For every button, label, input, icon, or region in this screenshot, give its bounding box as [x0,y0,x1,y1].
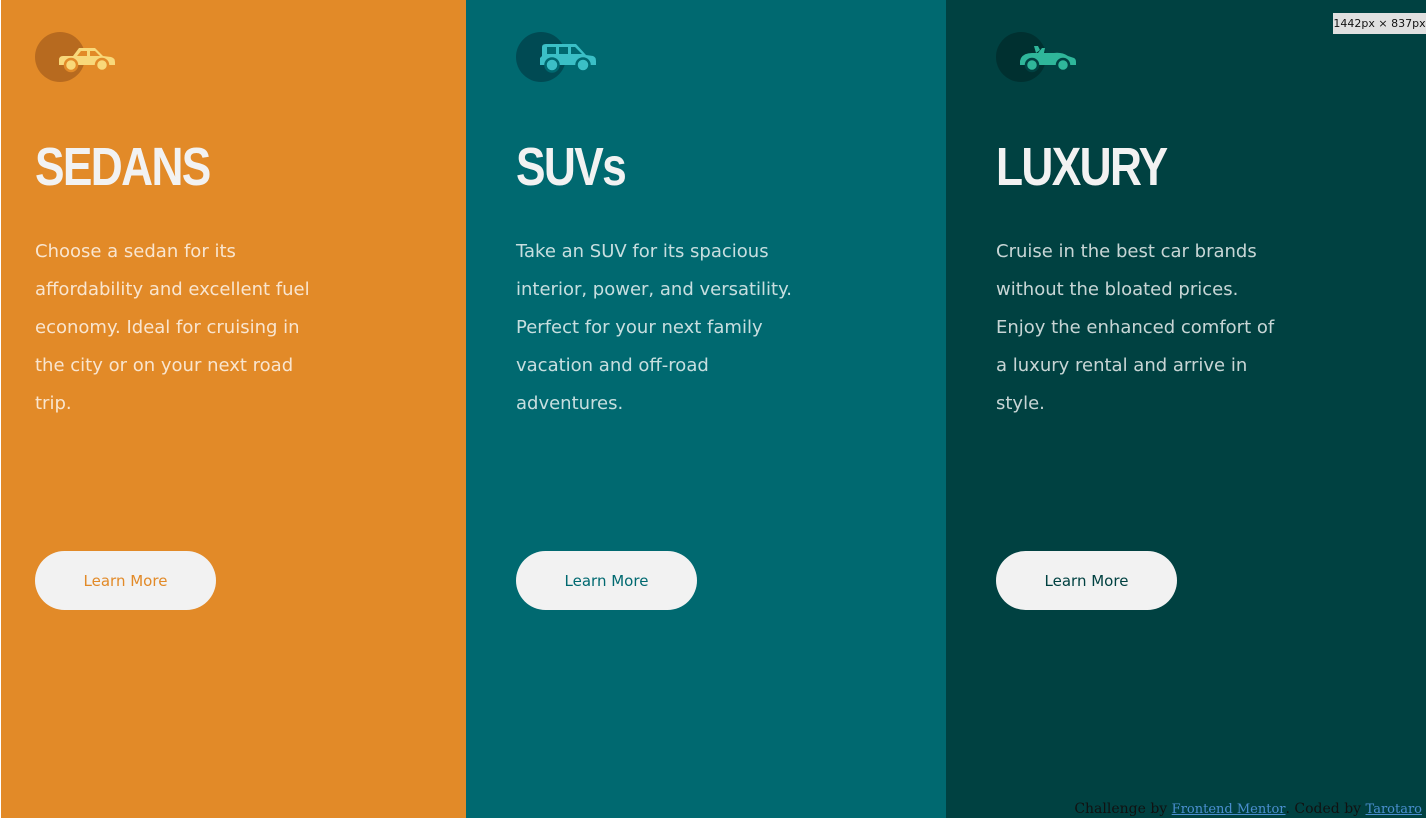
learn-more-button[interactable]: Learn More [516,551,697,610]
attribution-prefix: Challenge by [1074,801,1168,817]
frontend-mentor-link[interactable]: Frontend Mentor [1172,802,1286,817]
attribution: Challenge by Frontend Mentor. Coded by T… [1074,801,1422,818]
sedan-car-icon [59,48,115,73]
card-sedans: SEDANS Choose a sedan for its affordabil… [1,0,466,818]
viewport-size-badge: 1442px × 837px [1333,13,1426,34]
attribution-separator: . Coded by [1285,801,1362,817]
card-description: Take an SUV for its spacious interior, p… [516,241,792,414]
card-title: LUXURY [996,137,1168,197]
card-suvs: SUVs Take an SUV for its spacious interi… [466,0,946,818]
learn-more-button[interactable]: Learn More [35,551,216,610]
card-title: SEDANS [35,137,211,197]
card-icon-wrap [996,32,1078,84]
card-icon-wrap [35,32,117,84]
learn-more-button[interactable]: Learn More [996,551,1177,610]
card-title: SUVs [516,137,627,197]
card-grid: SEDANS Choose a sedan for its affordabil… [1,0,1426,818]
card-description: Cruise in the best car brands without th… [996,241,1275,414]
suv-car-icon [540,44,596,73]
author-link[interactable]: Tarotaro [1366,802,1422,817]
card-luxury: LUXURY Cruise in the best car brands wit… [946,0,1426,818]
card-icon-wrap [516,32,598,84]
card-description: Choose a sedan for its affordability and… [35,241,310,414]
luxury-convertible-car-icon [1020,46,1076,73]
